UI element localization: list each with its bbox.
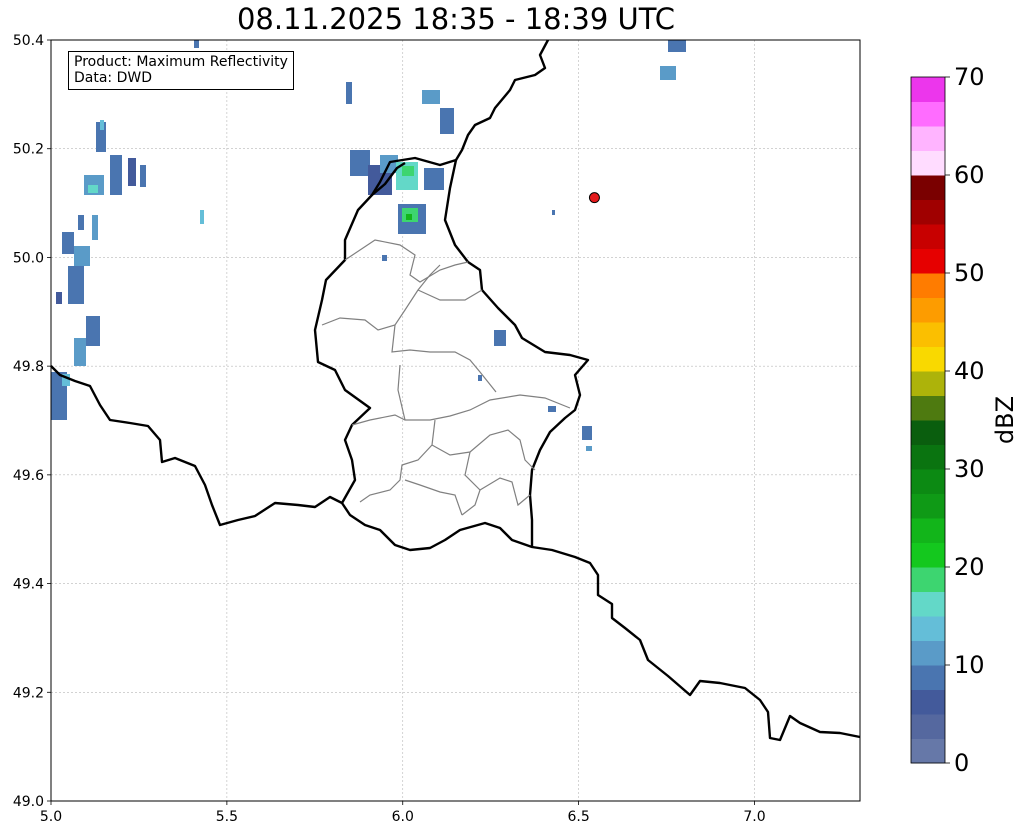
colorbar-block <box>911 444 945 470</box>
colorbar-block <box>911 322 945 347</box>
colorbar-tick-label: 60 <box>954 161 985 189</box>
colorbar-blocks <box>911 77 945 764</box>
colorbar-tick-label: 30 <box>954 455 985 483</box>
colorbar-block <box>911 518 945 543</box>
colorbar-block <box>911 469 945 494</box>
colorbar-block <box>911 77 945 102</box>
colorbar-block <box>911 297 945 323</box>
colorbar-block <box>911 591 945 617</box>
colorbar-tick-label: 40 <box>954 357 985 385</box>
colorbar-block <box>911 346 945 372</box>
colorbar-tick-label: 10 <box>954 651 985 679</box>
colorbar-block <box>911 150 945 176</box>
colorbar-label: dBZ <box>991 396 1019 444</box>
colorbar-block <box>911 273 945 298</box>
colorbar-block <box>911 567 945 592</box>
colorbar-block <box>911 395 945 421</box>
colorbar-block <box>911 248 945 274</box>
colorbar-block <box>911 714 945 739</box>
colorbar-tick-label: 70 <box>954 63 985 91</box>
colorbar-ticks: 0 10 20 30 40 50 60 70 <box>945 63 985 777</box>
colorbar-block <box>911 175 945 200</box>
colorbar-block <box>911 665 945 690</box>
colorbar-tick-label: 50 <box>954 259 985 287</box>
colorbar-block <box>911 420 945 445</box>
colorbar-block <box>911 689 945 715</box>
colorbar-block <box>911 371 945 396</box>
colorbar-block <box>911 126 945 151</box>
colorbar: 0 10 20 30 40 50 60 70 dBZ <box>910 63 1019 777</box>
colorbar-block <box>911 199 945 225</box>
colorbar-tick-label: 20 <box>954 553 985 581</box>
colorbar-block <box>911 493 945 519</box>
colorbar-block <box>911 640 945 666</box>
colorbar-block <box>911 616 945 641</box>
colorbar-block <box>911 738 945 764</box>
colorbar-tick-label: 0 <box>954 749 969 777</box>
colorbar-block <box>911 101 945 127</box>
colorbar-block <box>911 224 945 249</box>
colorbar-block <box>911 542 945 568</box>
